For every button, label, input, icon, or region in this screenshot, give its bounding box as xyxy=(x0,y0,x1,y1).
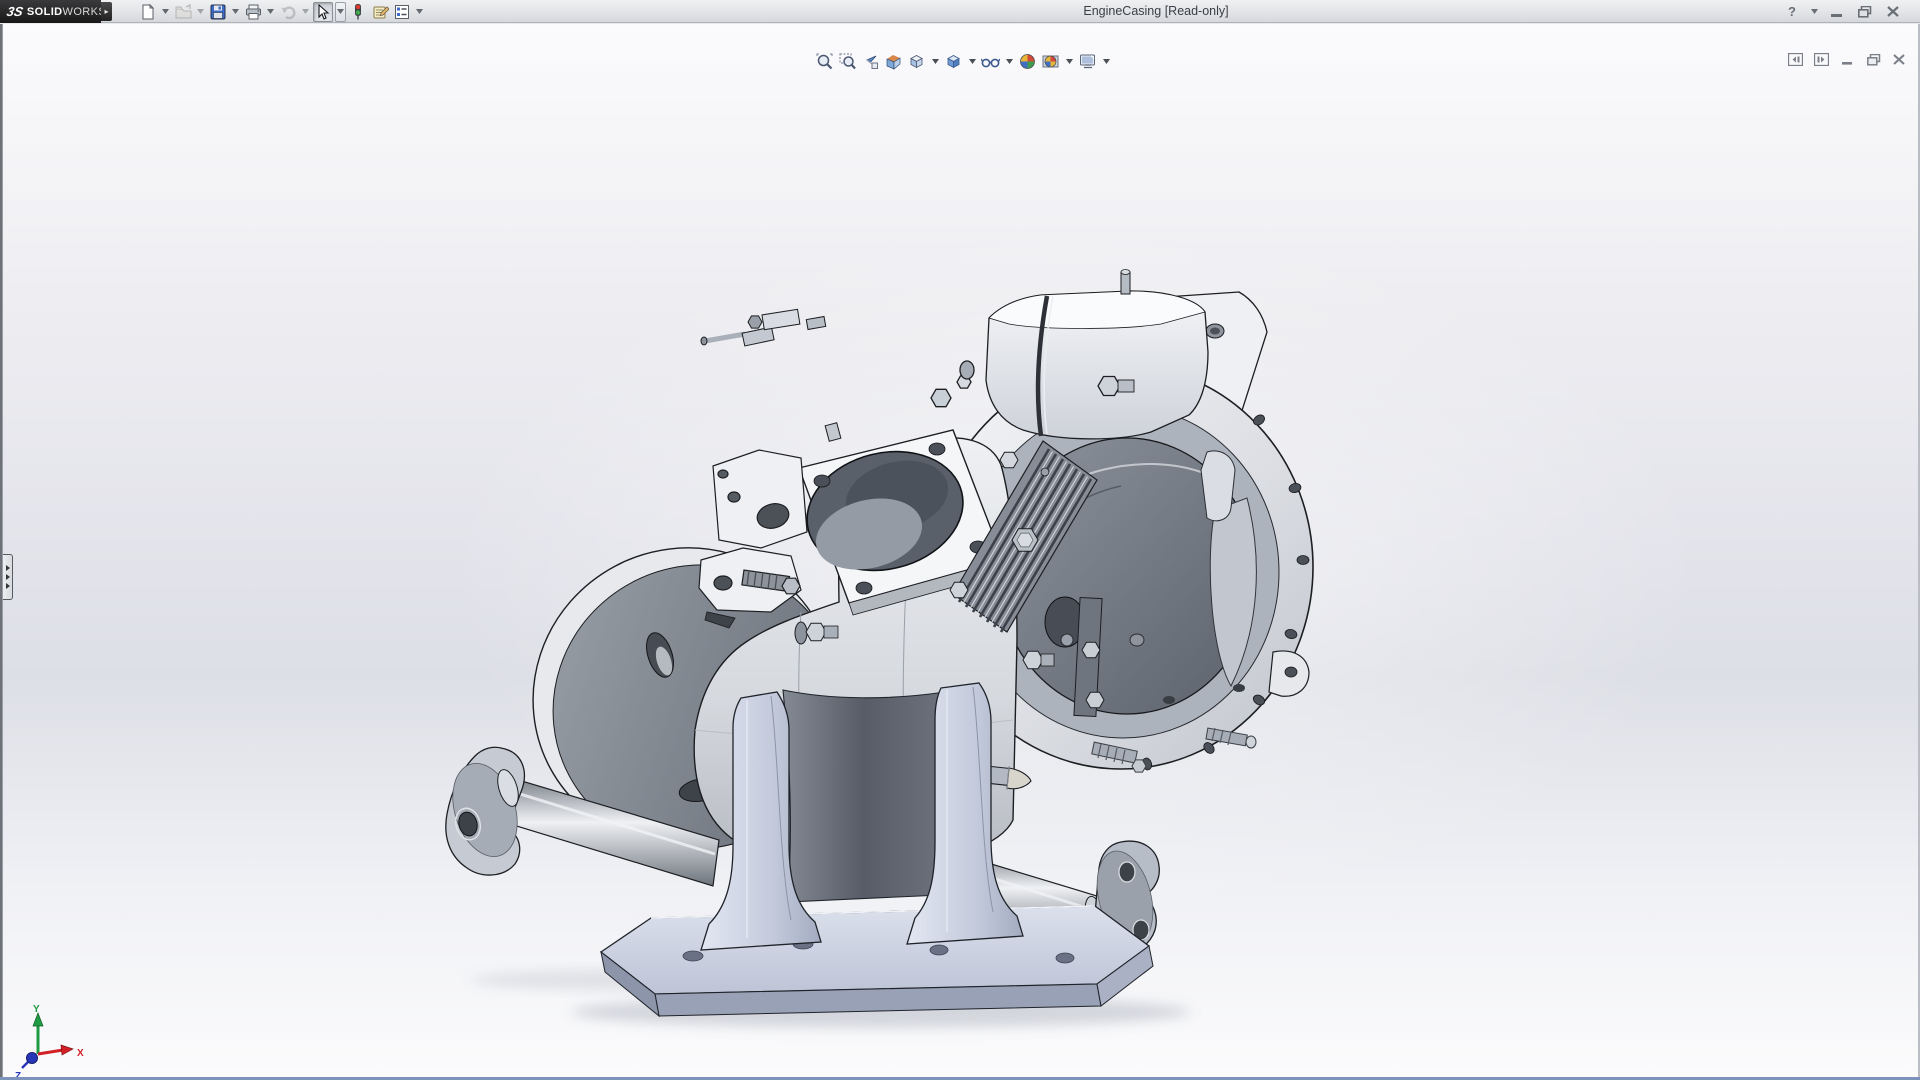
feature-manager-collapsed-tab[interactable] xyxy=(3,554,13,600)
window-border-left xyxy=(0,24,2,1080)
new-document-button[interactable] xyxy=(138,2,158,22)
window-title: EngineCasing [Read-only] xyxy=(1083,4,1228,18)
document-close-button[interactable] xyxy=(1891,52,1908,67)
print-button[interactable] xyxy=(243,2,263,22)
dock-left-button[interactable] xyxy=(1787,52,1804,67)
traffic-light-icon xyxy=(352,3,364,20)
apply-scene-button[interactable] xyxy=(1041,52,1060,71)
undo-button[interactable] xyxy=(278,2,298,22)
open-folder-icon xyxy=(175,4,192,20)
save-dropdown[interactable] xyxy=(230,2,241,22)
hide-show-items-dropdown[interactable] xyxy=(1004,52,1014,71)
window-controls: ? xyxy=(1783,0,1902,23)
help-dropdown[interactable] xyxy=(1811,9,1818,14)
logo-mark: 3S xyxy=(5,4,24,19)
view-settings-button[interactable] xyxy=(1078,52,1097,71)
base-plate[interactable] xyxy=(601,906,1153,1016)
evaluate-note-button[interactable] xyxy=(370,2,390,22)
document-restore-button[interactable] xyxy=(1865,52,1882,67)
main-toolbar xyxy=(138,1,425,22)
new-document-icon xyxy=(140,4,156,20)
solidworks-logo: 3S SOLIDWORKS xyxy=(0,0,101,23)
help-button[interactable]: ? xyxy=(1783,4,1801,20)
zoom-to-fit-button[interactable] xyxy=(815,52,834,71)
dock-right-button[interactable] xyxy=(1813,52,1830,67)
view-orientation-icon xyxy=(908,53,925,70)
logo-brand-light: WORKS xyxy=(63,6,107,18)
section-view-button[interactable] xyxy=(884,52,903,71)
zoom-to-area-button[interactable] xyxy=(838,52,857,71)
print-dropdown[interactable] xyxy=(265,2,276,22)
orientation-triad: Y X Z xyxy=(7,1004,93,1080)
save-button[interactable] xyxy=(208,2,228,22)
hide-show-items-button[interactable] xyxy=(981,52,1000,71)
section-view-icon xyxy=(885,53,902,70)
design-checker-button[interactable] xyxy=(348,2,368,22)
zoom-to-area-icon xyxy=(839,53,856,70)
expand-arrow-icon xyxy=(6,574,10,580)
display-style-dropdown[interactable] xyxy=(967,52,977,71)
triad-y-label: Y xyxy=(33,1004,40,1015)
document-minimize-button[interactable] xyxy=(1839,52,1856,67)
display-style-button[interactable] xyxy=(944,52,963,71)
view-orientation-dropdown[interactable] xyxy=(930,52,940,71)
engine-casing-model[interactable] xyxy=(3,24,1919,1077)
previous-view-icon xyxy=(862,53,879,70)
restore-button[interactable] xyxy=(1856,4,1874,20)
appearance-sphere-icon xyxy=(1019,53,1036,70)
eyeglasses-icon xyxy=(981,53,1000,70)
options-list-button[interactable] xyxy=(392,2,412,22)
open-document-dropdown[interactable] xyxy=(195,2,206,22)
select-cursor-icon xyxy=(316,4,331,20)
options-dropdown[interactable] xyxy=(414,2,425,22)
clamp-hardware[interactable] xyxy=(701,309,826,346)
previous-view-button[interactable] xyxy=(861,52,880,71)
minimize-button[interactable] xyxy=(1828,4,1846,20)
apply-scene-icon xyxy=(1042,53,1059,70)
select-tool-dropdown[interactable] xyxy=(335,2,346,22)
close-button[interactable] xyxy=(1884,4,1902,20)
view-settings-dropdown[interactable] xyxy=(1101,52,1111,71)
checklist-icon xyxy=(394,4,410,20)
save-floppy-icon xyxy=(210,4,226,20)
zoom-to-fit-icon xyxy=(816,53,833,70)
headsup-view-toolbar xyxy=(815,51,1111,71)
logo-brand-bold: SOLID xyxy=(27,6,63,18)
undo-arrow-icon xyxy=(280,4,297,20)
graphics-viewport[interactable]: Y X Z *Dimetric xyxy=(2,24,1918,1077)
document-window-controls xyxy=(1787,52,1908,67)
view-orientation-button[interactable] xyxy=(907,52,926,71)
open-document-button[interactable] xyxy=(173,2,193,22)
apply-scene-dropdown[interactable] xyxy=(1064,52,1074,71)
select-tool-button[interactable] xyxy=(313,2,333,22)
reed-valve-cover[interactable] xyxy=(931,270,1208,439)
display-style-icon xyxy=(945,53,962,70)
menu-expander-button[interactable]: ▸ xyxy=(101,2,112,21)
note-pencil-icon xyxy=(372,4,389,20)
expand-arrow-icon xyxy=(6,583,10,589)
undo-dropdown[interactable] xyxy=(300,2,311,22)
title-bar: 3S SOLIDWORKS ▸ xyxy=(0,0,1920,23)
triad-x-label: X xyxy=(77,1048,84,1059)
view-settings-icon xyxy=(1079,53,1097,70)
edit-appearance-button[interactable] xyxy=(1018,52,1037,71)
new-document-dropdown[interactable] xyxy=(160,2,171,22)
expand-arrow-icon xyxy=(6,565,10,571)
printer-icon xyxy=(245,4,262,20)
